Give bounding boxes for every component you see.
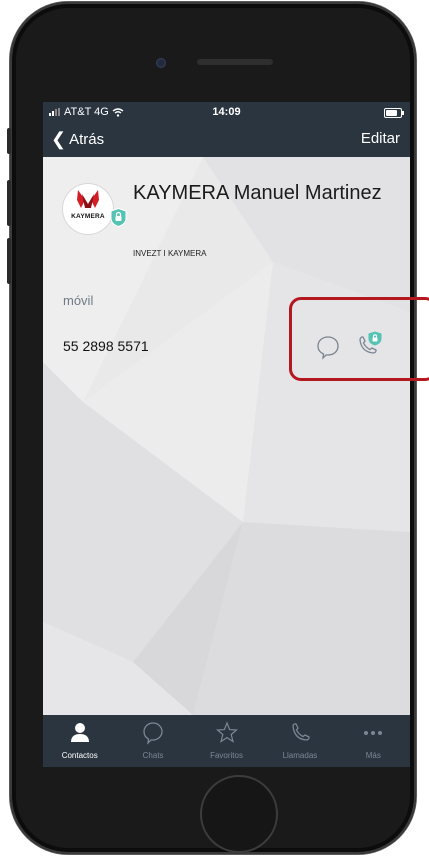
tab-llamadas[interactable]: Llamadas xyxy=(263,715,336,767)
battery-icon xyxy=(384,108,404,118)
volume-down-button xyxy=(7,238,11,284)
phone-icon xyxy=(292,723,310,741)
tab-bar: Contactos Chats Favoritos Llamadas Más xyxy=(43,715,410,767)
tab-chats[interactable]: Chats xyxy=(116,715,189,767)
back-label: Atrás xyxy=(69,130,105,148)
tab-label: Contactos xyxy=(61,751,98,760)
volume-up-button xyxy=(7,180,11,226)
contact-name: KAYMERA Manuel Martinez xyxy=(133,182,382,204)
lock-badge-icon xyxy=(110,208,127,227)
highlight-annotation xyxy=(289,297,429,381)
edit-button[interactable]: Editar xyxy=(361,130,400,147)
tab-mas[interactable]: Más xyxy=(337,715,410,767)
home-button[interactable] xyxy=(200,775,278,853)
back-button[interactable]: ❮ Atrás xyxy=(51,130,104,148)
phone-number[interactable]: 55 2898 5571 xyxy=(63,338,149,354)
tab-label: Chats xyxy=(142,751,164,760)
navigation-bar: AT&T 4G 14:09 ❮ Atrás Editar xyxy=(43,102,410,157)
tab-favoritos[interactable]: Favoritos xyxy=(190,715,263,767)
star-icon xyxy=(215,721,238,743)
status-time: 14:09 xyxy=(212,106,241,118)
phone-type-label: móvil xyxy=(63,293,94,308)
earpiece-speaker xyxy=(197,59,273,65)
kaymera-logo-icon xyxy=(77,190,99,208)
status-bar: AT&T 4G 14:09 xyxy=(43,102,410,122)
tab-label: Llamadas xyxy=(282,751,318,760)
chat-bubble-icon xyxy=(143,722,163,745)
app-screen: AT&T 4G 14:09 ❮ Atrás Editar KAYMERA KAY… xyxy=(43,102,410,767)
more-dots-icon xyxy=(364,731,383,735)
front-camera xyxy=(156,58,166,68)
mute-switch xyxy=(7,128,11,154)
contact-company: INVEZT I KAYMERA xyxy=(133,249,207,258)
tab-label: Favoritos xyxy=(210,751,243,760)
chevron-left-icon: ❮ xyxy=(51,129,67,149)
avatar: KAYMERA xyxy=(63,184,113,234)
tab-label: Más xyxy=(365,751,381,760)
avatar-brand-text: KAYMERA xyxy=(71,213,105,220)
tab-contactos[interactable]: Contactos xyxy=(43,715,116,767)
person-icon xyxy=(70,723,89,742)
